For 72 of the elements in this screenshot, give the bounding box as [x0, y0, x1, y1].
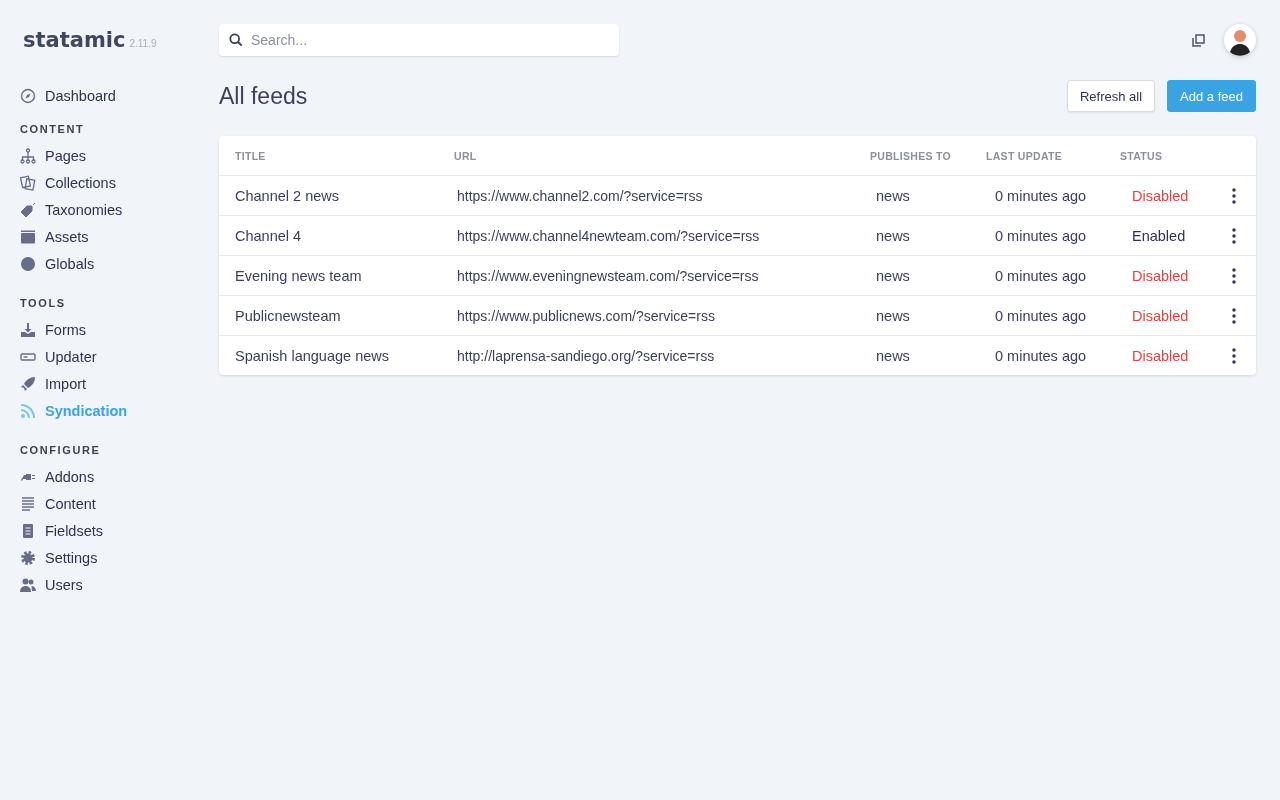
table-cell-text: Spanish language news — [235, 347, 390, 364]
status-label: Disabled — [1131, 267, 1190, 284]
sidebar-item[interactable]: Import — [0, 370, 199, 397]
section-heading: TOOLS — [19, 297, 67, 309]
page-title: All feeds — [219, 82, 308, 110]
table-cell-text: 0 minutes ago — [994, 187, 1088, 204]
column-header: LAST UPDATE — [986, 149, 1064, 162]
sidebar-item[interactable]: Addons — [0, 463, 199, 490]
sidebar-item[interactable]: Fieldsets — [0, 517, 199, 544]
more-icon[interactable] — [1232, 307, 1236, 324]
sidebar-item[interactable]: Updater — [0, 343, 199, 370]
table-cell-text: https://www.publicnews.com/?service=rss — [456, 307, 716, 324]
sidebar-item[interactable]: Forms — [0, 316, 199, 343]
table-cell-text: 0 minutes ago — [994, 267, 1088, 284]
logo: statamic — [23, 28, 126, 52]
table-cell-text: https://www.channel4newteam.com/?service=rss — [456, 227, 761, 244]
avatar[interactable] — [1224, 24, 1256, 56]
sidebar-item[interactable]: Dashboard — [0, 82, 199, 109]
version-label: 2.11.9 — [129, 38, 157, 49]
rocket-icon — [20, 375, 36, 392]
table-cell-text: Channel 4 — [235, 227, 303, 244]
more-icon[interactable] — [1232, 267, 1236, 284]
column-header: PUBLISHES TO — [870, 149, 952, 162]
section-heading: CONTENT — [19, 123, 86, 135]
table-cell-text: 0 minutes ago — [994, 307, 1088, 324]
table-cell-text: Channel 2 news — [235, 187, 340, 204]
table-cell-text: http://laprensa-sandiego.org/?service=rss — [456, 347, 716, 364]
sidebar-item[interactable]: Globals — [0, 250, 199, 277]
sidebar-item[interactable]: Content — [0, 490, 199, 517]
column-header: TITLE — [235, 149, 267, 162]
compass-icon — [20, 87, 36, 104]
column-header: URL — [454, 149, 478, 162]
download-icon — [20, 321, 36, 338]
rss-icon — [20, 402, 36, 419]
sidebar-item[interactable]: Assets — [0, 223, 199, 250]
table-cell-text: 0 minutes ago — [994, 347, 1088, 364]
settings-icon — [20, 549, 36, 566]
table-cell-text: news — [875, 267, 911, 284]
sidebar-item[interactable]: Pages — [0, 142, 199, 169]
table-cell-text: news — [875, 187, 911, 204]
status-label: Disabled — [1131, 347, 1190, 364]
column-header: STATUS — [1120, 149, 1164, 162]
collections-icon — [20, 174, 36, 191]
users-icon — [20, 576, 36, 593]
sidebar-item[interactable]: Collections — [0, 169, 199, 196]
status-label: Disabled — [1131, 307, 1190, 324]
table-cell-text: https://www.channel2.com/?service=rss — [456, 187, 704, 204]
assets-icon — [20, 228, 36, 245]
status-label: Enabled — [1131, 227, 1187, 244]
search-field[interactable]: Search... — [219, 24, 619, 56]
more-icon[interactable] — [1232, 187, 1236, 204]
table-cell-text: news — [875, 227, 911, 244]
tag-icon — [20, 201, 36, 218]
table-cell-text: news — [875, 347, 911, 364]
sidebar-item[interactable]: Users — [0, 571, 199, 598]
section-heading: CONFIGURE — [19, 444, 102, 456]
pages-tree-icon — [20, 147, 36, 164]
more-icon[interactable] — [1232, 227, 1236, 244]
search-icon — [229, 33, 243, 47]
table-cell-text: 0 minutes ago — [994, 227, 1088, 244]
table-cell-text: Publicnewsteam — [235, 307, 342, 324]
lines-icon — [20, 495, 36, 512]
more-icon[interactable] — [1232, 347, 1236, 364]
document-icon — [20, 522, 36, 539]
table-cell-text: Evening news team — [235, 267, 363, 284]
status-label: Disabled — [1131, 187, 1190, 204]
table-cell-text: news — [875, 307, 911, 324]
sidebar-item[interactable]: Taxonomies — [0, 196, 199, 223]
windows-icon[interactable] — [1192, 33, 1206, 47]
refresh-button[interactable]: Refresh all — [1066, 80, 1156, 112]
table-cell-text: https://www.eveningnewsteam.com/?service=rss — [456, 267, 760, 284]
sidebar-item[interactable]: Settings — [0, 544, 199, 571]
